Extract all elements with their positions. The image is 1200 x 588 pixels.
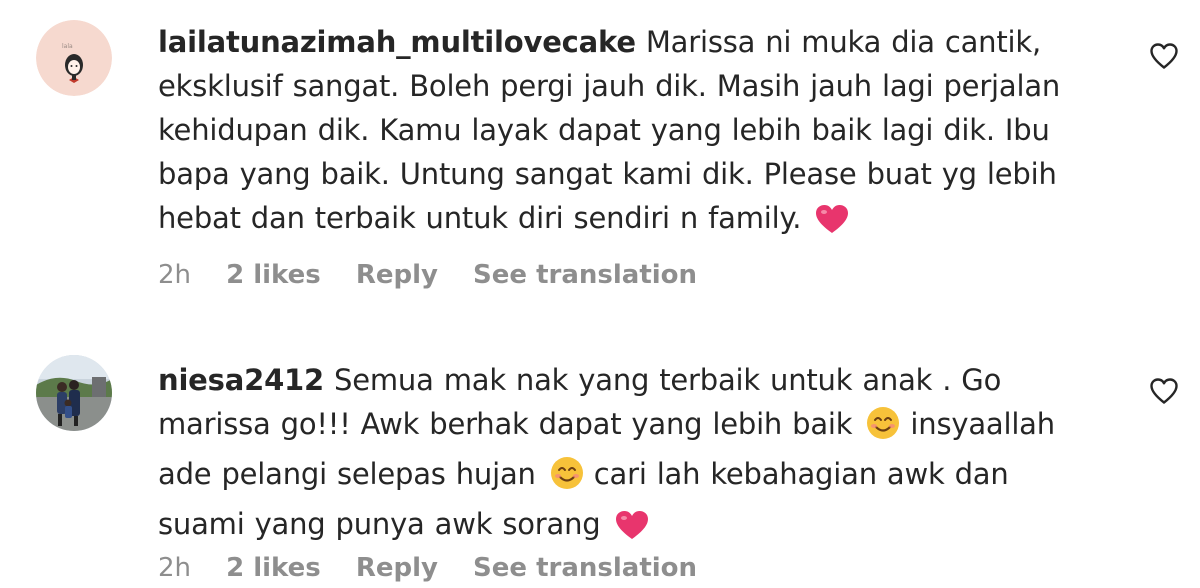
see-translation-button[interactable]: See translation [473, 260, 697, 290]
comment-meta: 2h 2 likes Reply See translation [158, 553, 723, 583]
comment-timestamp[interactable]: 2h [158, 553, 191, 583]
like-heart-icon[interactable] [1149, 377, 1179, 405]
red-heart-emoji-icon [615, 508, 649, 552]
avatar[interactable] [36, 355, 112, 431]
comment-text-line: bapa yang baik. Untung sangat kami dik. … [158, 157, 1057, 191]
comment-text: lailatunazimah_multilovecake Marissa ni … [158, 20, 1118, 246]
comment-text-line: eksklusif sangat. Boleh pergi jauh dik. … [158, 69, 1061, 103]
red-heart-emoji-icon [815, 202, 849, 246]
kawaii-girl-avatar-icon: lala [36, 20, 112, 96]
family-photo-avatar-icon [36, 355, 112, 431]
smiling-face-emoji-icon [550, 456, 584, 502]
reply-button[interactable]: Reply [356, 553, 438, 583]
like-heart-icon[interactable] [1149, 42, 1179, 70]
comment-text-line: Semua mak nak yang terbaik untuk anak . … [334, 363, 1002, 397]
smiling-face-emoji-icon [866, 406, 900, 452]
svg-text:lala: lala [62, 43, 73, 50]
comment-text-line: cari lah kebahagian awk dan [593, 457, 1009, 491]
comment-username[interactable]: niesa2412 [158, 363, 324, 397]
comment-text-line: kehidupan dik. Kamu layak dapat yang leb… [158, 113, 1050, 147]
comment-text-line: ade pelangi selepas hujan [158, 457, 536, 491]
comment-text-line: insyaallah [910, 407, 1055, 441]
comment-text-line: hebat dan terbaik untuk diri sendiri n f… [158, 201, 802, 235]
comment-body: lailatunazimah_multilovecake Marissa ni … [158, 20, 1118, 246]
reply-button[interactable]: Reply [356, 260, 438, 290]
comment-timestamp[interactable]: 2h [158, 260, 191, 290]
comment-text: niesa2412 Semua mak nak yang terbaik unt… [158, 358, 1118, 552]
comment-body: niesa2412 Semua mak nak yang terbaik unt… [158, 358, 1118, 552]
avatar[interactable]: lala [36, 20, 112, 96]
comment-text-line: Marissa ni muka dia cantik, [645, 25, 1041, 59]
comment-username[interactable]: lailatunazimah_multilovecake [158, 25, 636, 59]
comment-text-line: suami yang punya awk sorang [158, 507, 601, 541]
likes-count-button[interactable]: 2 likes [226, 260, 321, 290]
comment-text-line: marissa go!!! Awk berhak dapat yang lebi… [158, 407, 853, 441]
likes-count-button[interactable]: 2 likes [226, 553, 321, 583]
see-translation-button[interactable]: See translation [473, 553, 697, 583]
comment-meta: 2h 2 likes Reply See translation [158, 260, 723, 290]
